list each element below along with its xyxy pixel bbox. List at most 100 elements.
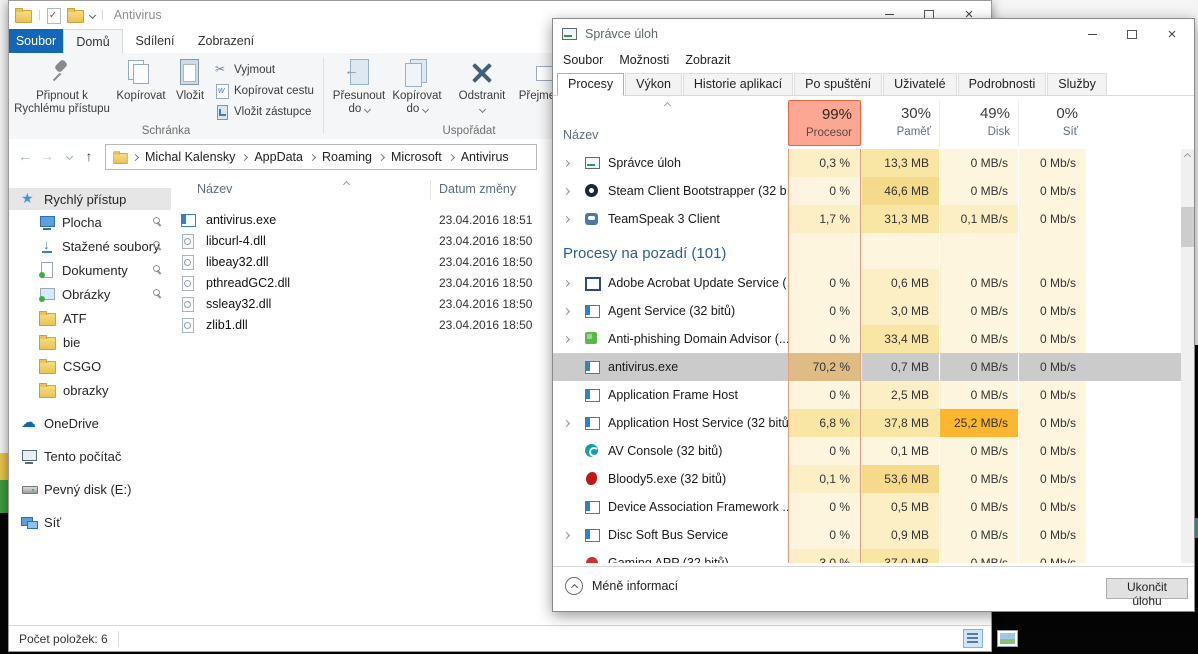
taskmgr-tab-u-ivatel-[interactable]: Uživatelé xyxy=(883,73,956,95)
sidebar-item-s-[interactable]: Síť xyxy=(9,510,171,534)
sidebar-item-dokumenty[interactable]: Dokumenty xyxy=(9,258,171,282)
recent-locations-caret-icon[interactable] xyxy=(59,145,79,167)
sidebar-item-sta-en-soubory[interactable]: Stažené soubory xyxy=(9,234,171,258)
qat-customize-caret-icon[interactable] xyxy=(89,11,96,18)
expand-chevron-icon[interactable] xyxy=(553,281,584,286)
sidebar-item-plocha[interactable]: Plocha xyxy=(9,210,171,234)
cpu-value-cell: 0 % xyxy=(788,437,861,465)
taskmgr-tab-procesy[interactable]: Procesy xyxy=(557,73,624,96)
scrollbar-thumb[interactable] xyxy=(1181,207,1194,247)
explorer-tab-sdílení[interactable]: Sdílení xyxy=(123,29,187,53)
breadcrumb-segment[interactable]: AppData xyxy=(251,150,306,164)
minimize-button[interactable] xyxy=(1072,19,1112,49)
breadcrumb-segment[interactable]: Antivirus xyxy=(458,150,512,164)
sidebar-item-csgo[interactable]: CSGO xyxy=(9,354,171,378)
dll-file-icon xyxy=(180,254,196,270)
column-divider[interactable] xyxy=(430,180,431,200)
breadcrumb-segment[interactable]: Microsoft xyxy=(388,150,445,164)
pin-to-quick-access-button[interactable]: Připnout k Rychlému přístupu xyxy=(13,56,111,122)
expand-chevron-icon[interactable] xyxy=(553,189,584,194)
mem-value-cell: 31,3 MB xyxy=(861,205,939,233)
process-group-header[interactable]: Procesy na pozadí (101) xyxy=(553,233,1181,269)
paste-button[interactable]: Vložit xyxy=(169,56,211,122)
breadcrumb-separator-icon xyxy=(309,153,316,160)
delete-button[interactable]: Odstranit xyxy=(453,56,511,122)
breadcrumb-segment[interactable]: Roaming xyxy=(319,150,375,164)
sidebar-item-atf[interactable]: ATF xyxy=(9,306,171,330)
menu-zobrazit[interactable]: Zobrazit xyxy=(685,53,730,67)
process-row[interactable]: Bloody5.exe (32 bitů)0,1 %53,6 MB0 MB/s0… xyxy=(553,465,1181,493)
copy-to-button[interactable]: Kopírovat do xyxy=(389,56,445,122)
taskmgr-tab-v-kon[interactable]: Výkon xyxy=(625,73,682,95)
expand-chevron-icon[interactable] xyxy=(553,533,584,538)
column-header-mem[interactable]: 30%Paměť xyxy=(861,100,939,146)
process-row[interactable]: Gaming APP (32 bitů)3,0 %37,0 MB0 MB/s0 … xyxy=(553,549,1181,563)
explorer-tab-zobrazení[interactable]: Zobrazení xyxy=(187,29,265,53)
up-button[interactable]: ↑ xyxy=(79,145,99,167)
expand-chevron-icon[interactable] xyxy=(553,337,584,342)
maximize-button[interactable] xyxy=(1112,19,1152,49)
sidebar-item-bie[interactable]: bie xyxy=(9,330,171,354)
column-header-net[interactable]: 0%Síť xyxy=(1018,100,1086,146)
fewer-details-button[interactable]: Méně informací xyxy=(565,577,678,595)
process-row[interactable]: Správce úloh0,3 %13,3 MB0 MB/s0 Mb/s xyxy=(553,149,1181,177)
column-header-name[interactable]: Název xyxy=(197,182,232,196)
taskmgr-tab-po-spu-t-n-[interactable]: Po spuštění xyxy=(794,73,882,95)
process-row[interactable]: Anti-phishing Domain Advisor (...0 %33,4… xyxy=(553,325,1181,353)
move-to-button[interactable]: Přesunout do xyxy=(331,56,387,122)
sidebar-item-obrazky[interactable]: obrazky xyxy=(9,378,171,402)
column-header-cpu[interactable]: 99%Procesor xyxy=(788,100,861,146)
file-date-modified: 23.04.2016 18:50 xyxy=(439,276,532,290)
process-name: antivirus.exe xyxy=(608,360,678,374)
process-row[interactable]: Steam Client Bootstrapper (32 b...0 %46,… xyxy=(553,177,1181,205)
process-row[interactable]: Device Association Framework ...0 %0,5 M… xyxy=(553,493,1181,521)
sidebar-item-onedrive[interactable]: OneDrive xyxy=(9,411,171,435)
column-header-date[interactable]: Datum změny xyxy=(439,182,516,196)
process-row[interactable]: Disc Soft Bus Service0 %0,9 MB0 MB/s0 Mb… xyxy=(553,521,1181,549)
thumbnail-view-button[interactable] xyxy=(997,630,1018,647)
copy-button[interactable]: Kopírovat xyxy=(115,56,167,122)
paste-shortcut-button[interactable]: Vložit zástupce xyxy=(215,101,321,122)
copy-path-button[interactable]: Kopírovat cestu xyxy=(215,80,321,101)
taskmgr-tab-historie-aplikac-[interactable]: Historie aplikací xyxy=(683,73,793,95)
scrollbar[interactable] xyxy=(1181,149,1194,563)
column-header-disk[interactable]: 49%Disk xyxy=(939,100,1018,146)
qat-new-folder-icon[interactable] xyxy=(67,10,84,23)
process-row[interactable]: Agent Service (32 bitů)0 %3,0 MB0 MB/s0 … xyxy=(553,297,1181,325)
forward-button[interactable]: → xyxy=(37,145,57,167)
menu-soubor[interactable]: Soubor xyxy=(563,53,603,67)
sidebar-item-tento-po-ta-[interactable]: Tento počítač xyxy=(9,444,171,468)
address-bar[interactable]: Michal Kalensky AppData Roaming Microsoft An… xyxy=(105,144,537,170)
explorer-tab-soubor[interactable]: Soubor xyxy=(9,29,63,53)
breadcrumb-segment[interactable]: Michal Kalensky xyxy=(142,150,238,164)
net-value-cell: 0 Mb/s xyxy=(1018,177,1086,205)
sidebar-item-rychl-p-stup[interactable]: Rychlý přístup xyxy=(9,188,171,210)
qat-properties-icon[interactable] xyxy=(47,8,61,24)
taskmgr-tab-slu-by[interactable]: Služby xyxy=(1047,73,1107,95)
process-row[interactable]: Application Frame Host0 %2,5 MB0 MB/s0 M… xyxy=(553,381,1181,409)
expand-chevron-icon[interactable] xyxy=(553,217,584,222)
explorer-tab-domů[interactable]: Domů xyxy=(63,29,123,54)
cpu-value-cell: 6,8 % xyxy=(788,409,861,437)
expand-chevron-icon[interactable] xyxy=(553,161,584,166)
sidebar-item-obr-zky[interactable]: Obrázky xyxy=(9,282,171,306)
process-row[interactable]: TeamSpeak 3 Client1,7 %31,3 MB0,1 MB/s0 … xyxy=(553,205,1181,233)
column-header-name[interactable]: Název xyxy=(563,128,598,142)
taskmgr-tab-podrobnosti[interactable]: Podrobnosti xyxy=(958,73,1047,95)
back-button[interactable]: ← xyxy=(15,145,35,167)
sidebar-item-pevn-disk-e-[interactable]: Pevný disk (E:) xyxy=(9,477,171,501)
process-row[interactable]: antivirus.exe70,2 %0,7 MB0 MB/s0 Mb/s xyxy=(553,353,1181,381)
expand-chevron-icon[interactable] xyxy=(553,421,584,426)
cut-button[interactable]: Vyjmout xyxy=(215,59,321,80)
process-name: TeamSpeak 3 Client xyxy=(608,212,720,226)
process-row[interactable]: Application Host Service (32 bitů)6,8 %3… xyxy=(553,409,1181,437)
expand-chevron-icon[interactable] xyxy=(553,309,584,314)
process-row[interactable]: AV Console (32 bitů)0 %0,1 MB0 MB/s0 Mb/… xyxy=(553,437,1181,465)
menu-možnosti[interactable]: Možnosti xyxy=(619,53,669,67)
details-view-button[interactable] xyxy=(963,629,983,648)
scroll-up-icon[interactable] xyxy=(1181,149,1194,163)
close-button[interactable]: × xyxy=(1152,19,1192,49)
process-name-cell: Steam Client Bootstrapper (32 b... xyxy=(553,177,788,205)
end-task-button[interactable]: Ukončit úlohu xyxy=(1106,578,1188,599)
process-row[interactable]: Adobe Acrobat Update Service (...0 %0,6 … xyxy=(553,269,1181,297)
